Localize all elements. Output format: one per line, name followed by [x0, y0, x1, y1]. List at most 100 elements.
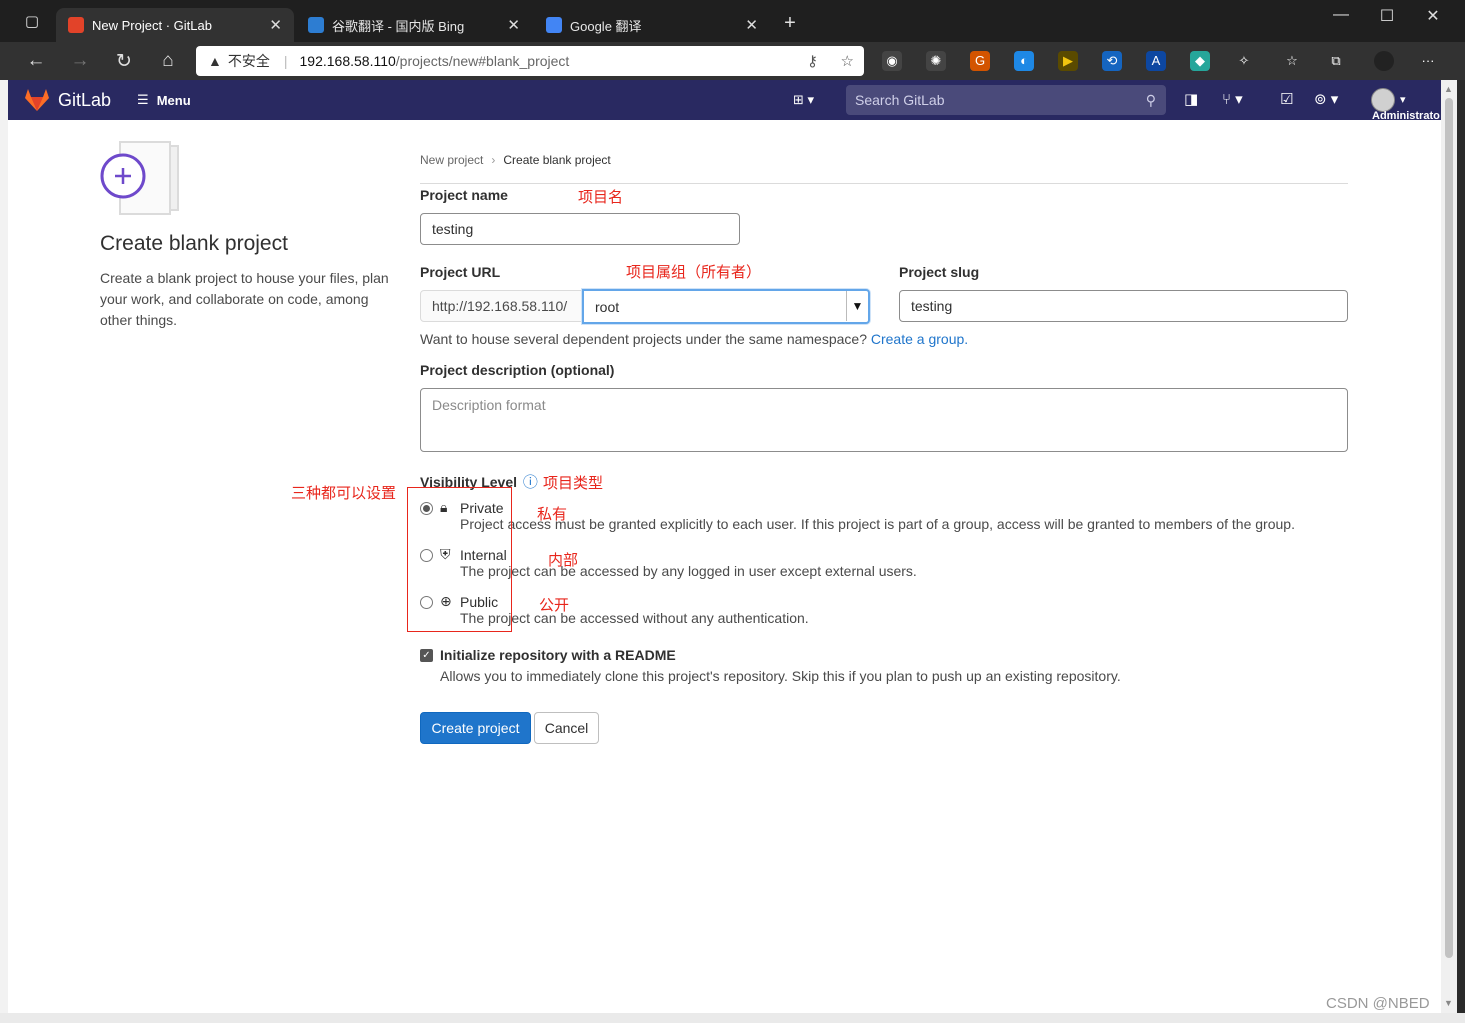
readme-label[interactable]: Initialize repository with a README: [440, 647, 676, 663]
search-icon: ⚲: [1145, 91, 1156, 108]
scrollbar-thumb[interactable]: [1445, 98, 1453, 958]
profile-avatar[interactable]: [1374, 51, 1394, 71]
project-slug-input[interactable]: testing: [899, 290, 1348, 322]
merge-requests-icon[interactable]: ⑂ ▾: [1222, 90, 1243, 108]
more-icon[interactable]: ···: [1418, 51, 1438, 71]
reload-icon[interactable]: ↻: [112, 50, 136, 73]
gitlab-favicon-icon: [68, 17, 84, 33]
annotation-public: 公开: [539, 597, 570, 614]
page-content: Create blank project Create a blank proj…: [8, 120, 1441, 1013]
hamburger-icon: ☰: [137, 92, 149, 107]
annotation-visibility-type: 项目类型: [543, 475, 604, 492]
visibility-private-desc: Project access must be granted explicitl…: [460, 516, 1295, 532]
bing-favicon-icon: [308, 17, 324, 33]
annotation-box: [407, 487, 512, 632]
forward-icon[interactable]: →: [68, 50, 92, 72]
url-prefix: http://192.168.58.110/: [420, 290, 582, 322]
close-window-icon[interactable]: ✕: [1410, 6, 1456, 26]
watermark: CSDN @NBED: [1326, 995, 1430, 1012]
annotation-all-settable: 三种都可以设置: [291, 485, 397, 502]
visibility-public-desc: The project can be accessed without any …: [460, 610, 809, 626]
tab-gitlab[interactable]: New Project · GitLab ✕: [56, 8, 294, 42]
tab-google-translate[interactable]: Google 翻译 ✕: [534, 8, 770, 42]
create-group-link[interactable]: Create a group.: [871, 331, 968, 347]
browser-tab-bar: ▢ New Project · GitLab ✕ 谷歌翻译 - 国内版 Bing…: [0, 0, 1465, 42]
close-tab-icon[interactable]: ✕: [507, 16, 520, 34]
favorite-star-icon[interactable]: ☆: [841, 52, 854, 70]
address-bar[interactable]: ▲ 不安全 | 192.168.58.110 /projects/new#bla…: [196, 46, 864, 76]
extension-icon[interactable]: ◉: [882, 51, 902, 71]
scroll-up-icon[interactable]: ▲: [1444, 84, 1453, 94]
desktop-edge: [1457, 80, 1465, 1023]
breadcrumb: New project › Create blank project: [420, 153, 611, 167]
tab-title: New Project · GitLab: [92, 17, 212, 33]
description-label: Project description (optional): [420, 362, 615, 378]
insecure-label: 不安全: [227, 53, 270, 69]
home-icon[interactable]: ⌂: [156, 50, 180, 72]
favorites-icon[interactable]: ☆: [1282, 51, 1302, 71]
extension-icon[interactable]: ◐: [1014, 51, 1034, 71]
extension-icon[interactable]: ▶: [1058, 51, 1078, 71]
search-input[interactable]: Search GitLab ⚲: [846, 85, 1166, 115]
help-icon[interactable]: ⓘ: [523, 474, 538, 491]
brand-name: GitLab: [58, 89, 112, 110]
extension-icon[interactable]: G: [970, 51, 990, 71]
visibility-internal-desc: The project can be accessed by any logge…: [460, 563, 917, 579]
page-description: Create a blank project to house your fil…: [100, 270, 389, 328]
browser-toolbar: ← → ↻ ⌂ ▲ 不安全 | 192.168.58.110 /projects…: [0, 42, 1465, 80]
minimize-icon[interactable]: —: [1318, 6, 1364, 24]
extension-icon[interactable]: ✺: [926, 51, 946, 71]
annotation-internal: 内部: [548, 552, 579, 569]
tab-title: 谷歌翻译 - 国内版 Bing: [332, 18, 465, 34]
menu-label: Menu: [156, 92, 191, 108]
close-tab-icon[interactable]: ✕: [269, 16, 282, 34]
warning-icon: ▲: [208, 53, 222, 69]
key-icon[interactable]: ⚷: [807, 52, 818, 70]
project-name-input[interactable]: testing: [420, 213, 740, 245]
project-url-label: Project URL: [420, 264, 501, 280]
scroll-down-icon[interactable]: ▼: [1444, 998, 1453, 1008]
namespace-value: root: [595, 298, 620, 315]
maximize-icon[interactable]: ☐: [1364, 6, 1410, 26]
breadcrumb-current: Create blank project: [503, 153, 611, 167]
scrollbar[interactable]: ▲ ▼: [1441, 80, 1457, 1013]
search-placeholder: Search GitLab: [855, 92, 945, 108]
namespace-select[interactable]: root ▼: [582, 289, 870, 324]
annotation-project-owner: 项目属组（所有者）: [626, 264, 762, 281]
gitlab-tanuki-icon: [25, 89, 49, 111]
tab-actions-icon[interactable]: ▢: [20, 12, 44, 30]
taskbar-edge: [0, 1013, 1465, 1023]
tab-bing[interactable]: 谷歌翻译 - 国内版 Bing ✕: [296, 8, 532, 42]
extension-icon[interactable]: ◆: [1190, 51, 1210, 71]
annotation-private: 私有: [537, 506, 568, 523]
description-textarea[interactable]: Description format: [420, 388, 1348, 452]
menu-button[interactable]: ☰ Menu: [137, 92, 191, 108]
page-title: Create blank project: [100, 232, 288, 255]
new-tab-icon[interactable]: +: [778, 12, 802, 35]
back-icon[interactable]: ←: [24, 50, 48, 72]
extension-icon[interactable]: ⟲: [1102, 51, 1122, 71]
divider: [420, 183, 1348, 184]
blank-project-illustration: [100, 141, 179, 215]
extensions-icon[interactable]: ✧: [1234, 51, 1254, 71]
window-edge: [0, 80, 8, 1013]
avatar[interactable]: [1371, 88, 1395, 112]
breadcrumb-parent[interactable]: New project: [420, 153, 483, 167]
new-dropdown-icon[interactable]: ⊞ ▾: [793, 92, 814, 108]
annotation-project-name: 项目名: [578, 189, 624, 206]
extension-icon[interactable]: A: [1146, 51, 1166, 71]
issues-icon[interactable]: ◨: [1184, 90, 1198, 108]
todos-icon[interactable]: ☑: [1280, 90, 1293, 108]
close-tab-icon[interactable]: ✕: [745, 16, 758, 34]
namespace-hint: Want to house several dependent projects…: [420, 331, 969, 347]
cancel-button[interactable]: Cancel: [534, 712, 599, 744]
gitlab-header: GitLab ☰ Menu ⊞ ▾ Search GitLab ⚲ ◨ ⑂ ▾ …: [8, 80, 1441, 122]
chevron-down-icon[interactable]: ▾: [1400, 93, 1406, 106]
readme-checkbox[interactable]: ✓: [420, 649, 433, 662]
collections-icon[interactable]: ⧉: [1326, 51, 1346, 71]
tab-title: Google 翻译: [570, 18, 642, 34]
help-icon[interactable]: ⊚ ▾: [1314, 90, 1338, 108]
create-project-button[interactable]: Create project: [420, 712, 531, 744]
gitlab-logo[interactable]: GitLab: [24, 88, 111, 112]
google-translate-favicon-icon: [546, 17, 562, 33]
